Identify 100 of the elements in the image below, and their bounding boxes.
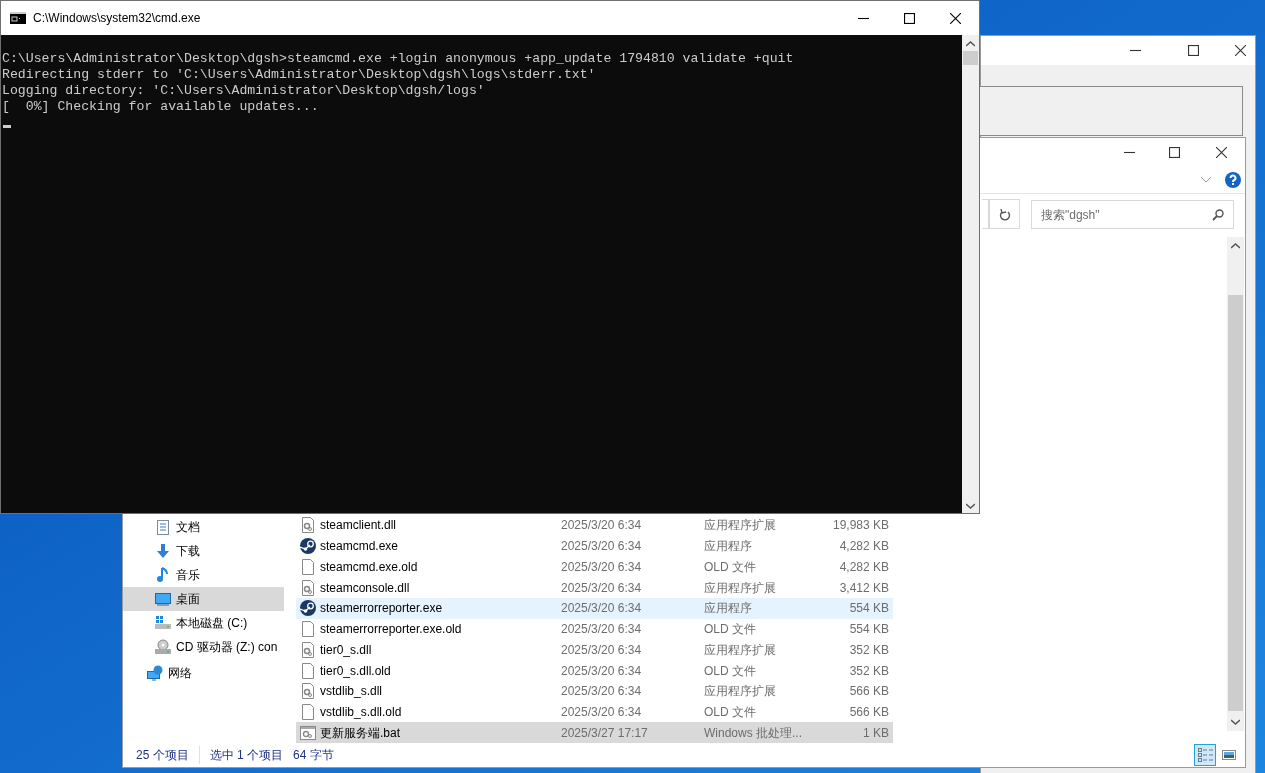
hard-drive-icon bbox=[155, 615, 171, 631]
nav-item[interactable]: 本地磁盘 (C:) bbox=[123, 611, 284, 635]
file-row[interactable]: vstdlib_s.dll 2025/3/20 6:34 应用程序扩展 566 KB bbox=[296, 680, 893, 702]
console-line: [ 0%] Checking for available updates... bbox=[2, 99, 320, 115]
file-row[interactable]: 更新服务端.bat 2025/3/27 17:17 Windows 批处理... 1 KB bbox=[296, 722, 893, 744]
blank-file-icon bbox=[300, 662, 316, 679]
maximize-icon[interactable] bbox=[1169, 146, 1180, 158]
nav-item[interactable]: 文档 bbox=[123, 515, 284, 539]
file-type: OLD 文件 bbox=[704, 558, 757, 576]
maximize-icon[interactable] bbox=[904, 12, 915, 24]
blank-file-icon bbox=[300, 558, 316, 575]
file-type: OLD 文件 bbox=[704, 621, 757, 639]
file-type: OLD 文件 bbox=[704, 662, 757, 680]
file-row[interactable]: steamerrorreporter.exe 2025/3/20 6:34 应用程序 554 KB bbox=[296, 597, 893, 619]
close-icon[interactable] bbox=[950, 12, 961, 24]
console-line: Logging directory: 'C:\Users\Administrator\Desktop\dgsh/logs' bbox=[2, 83, 486, 99]
console-line: Redirecting stderr to 'C:\Users\Administrator\Desktop\dgsh\logs\stderr.txt' bbox=[2, 67, 597, 83]
network-icon bbox=[147, 665, 163, 681]
file-row[interactable]: steamconsole.dll 2025/3/20 6:34 应用程序扩展 3,412 KB bbox=[296, 577, 893, 598]
file-name: vstdlib_s.dll bbox=[320, 683, 383, 701]
nav-item[interactable]: 网络 bbox=[123, 661, 284, 685]
status-text: 选中 1 个项目 bbox=[198, 746, 294, 764]
document-icon bbox=[155, 519, 171, 535]
date-modified: 2025/3/20 6:34 bbox=[561, 579, 643, 597]
file-size: 4,282 KB bbox=[838, 558, 890, 576]
scroll-up-icon[interactable] bbox=[966, 41, 975, 47]
file-name: steamerrorreporter.exe bbox=[320, 600, 443, 618]
maximize-icon[interactable] bbox=[1188, 45, 1199, 56]
file-type: 应用程序 bbox=[704, 538, 753, 556]
refresh-button[interactable] bbox=[989, 199, 1020, 229]
date-modified: 2025/3/20 6:34 bbox=[561, 641, 643, 659]
close-icon[interactable] bbox=[1235, 45, 1246, 56]
file-name: tier0_s.dll.old bbox=[320, 662, 391, 680]
status-text: 64 字节 bbox=[293, 747, 335, 764]
date-modified: 2025/3/20 6:34 bbox=[561, 662, 643, 680]
scroll-up-icon[interactable] bbox=[1231, 243, 1240, 249]
gear-file-icon bbox=[300, 641, 316, 658]
scrollbar[interactable] bbox=[962, 35, 979, 513]
file-name: steamclient.dll bbox=[320, 517, 397, 535]
file-row[interactable]: steamerrorreporter.exe.old 2025/3/20 6:34 OLD 文件 554 KB bbox=[296, 618, 893, 640]
nav-item[interactable]: 桌面 bbox=[123, 587, 284, 611]
file-name: steamerrorreporter.exe.old bbox=[320, 621, 462, 639]
file-row[interactable]: steamcmd.exe.old 2025/3/20 6:34 OLD 文件 4,282 KB bbox=[296, 556, 893, 578]
file-size: 554 KB bbox=[848, 600, 890, 618]
file-size: 4,282 KB bbox=[838, 538, 890, 556]
music-note-icon bbox=[155, 567, 171, 583]
file-name: vstdlib_s.dll.old bbox=[320, 703, 402, 721]
file-row[interactable]: steamcmd.exe 2025/3/20 6:34 应用程序 4,282 KB bbox=[296, 535, 893, 557]
scrollbar-thumb[interactable] bbox=[1228, 295, 1243, 711]
date-modified: 2025/3/20 6:34 bbox=[561, 703, 643, 721]
scroll-down-icon[interactable] bbox=[1231, 719, 1240, 725]
console-line: C:\Users\Administrator\Desktop\dgsh>steamcmd.exe +login anonymous +app_update 1794810 validate +quit bbox=[2, 51, 795, 67]
file-row[interactable]: tier0_s.dll.old 2025/3/20 6:34 OLD 文件 352 KB bbox=[296, 660, 893, 681]
nav-item[interactable]: 下载 bbox=[123, 539, 284, 563]
batch-file-icon bbox=[300, 724, 316, 741]
scroll-down-icon[interactable] bbox=[966, 503, 975, 509]
file-name: steamcmd.exe.old bbox=[320, 558, 418, 576]
file-name: 更新服务端.bat bbox=[320, 724, 400, 742]
file-type: 应用程序 bbox=[704, 600, 753, 618]
date-modified: 2025/3/20 6:34 bbox=[561, 600, 643, 618]
file-type: 应用程序扩展 bbox=[704, 683, 777, 701]
file-size: 1 KB bbox=[862, 724, 890, 742]
date-modified: 2025/3/20 6:34 bbox=[561, 558, 643, 576]
details-view-button[interactable] bbox=[1194, 744, 1216, 766]
date-modified: 2025/3/20 6:34 bbox=[561, 683, 643, 701]
search-icon bbox=[1212, 209, 1224, 221]
file-size: 19,983 KB bbox=[831, 517, 890, 535]
disc-drive-icon bbox=[155, 639, 171, 655]
chevron-down-icon[interactable] bbox=[1201, 176, 1211, 183]
status-text: 25 个项目 bbox=[135, 747, 190, 764]
file-type: 应用程序扩展 bbox=[704, 517, 777, 535]
file-size: 352 KB bbox=[848, 641, 890, 659]
file-name: steamcmd.exe bbox=[320, 538, 399, 556]
console-icon bbox=[10, 12, 26, 24]
search-field[interactable]: 搜索"dgsh" bbox=[1031, 200, 1234, 229]
close-icon[interactable] bbox=[1216, 146, 1227, 158]
file-row[interactable]: steamclient.dll 2025/3/20 6:34 应用程序扩展 19,983 KB bbox=[296, 515, 893, 536]
preview-pane-icon bbox=[1222, 750, 1236, 760]
scrollbar[interactable] bbox=[1227, 237, 1244, 731]
nav-item[interactable]: 音乐 bbox=[123, 563, 284, 587]
window-title: C:\Windows\system32\cmd.exe bbox=[33, 10, 201, 27]
steam-app-icon bbox=[300, 538, 316, 555]
gear-file-icon bbox=[300, 579, 316, 596]
file-row[interactable]: tier0_s.dll 2025/3/20 6:34 应用程序扩展 352 KB bbox=[296, 639, 893, 661]
file-size: 566 KB bbox=[848, 683, 890, 701]
details-list-icon bbox=[1197, 748, 1213, 762]
date-modified: 2025/3/27 17:17 bbox=[561, 724, 649, 742]
file-size: 3,412 KB bbox=[838, 579, 890, 597]
file-type: 应用程序扩展 bbox=[704, 579, 777, 597]
steam-app-icon bbox=[300, 600, 316, 617]
file-row[interactable]: vstdlib_s.dll.old 2025/3/20 6:34 OLD 文件 566 KB bbox=[296, 701, 893, 723]
file-type: 应用程序扩展 bbox=[704, 641, 777, 659]
nav-item[interactable]: CD 驱动器 (Z:) con bbox=[123, 635, 284, 659]
scrollbar-thumb[interactable] bbox=[963, 51, 978, 65]
refresh-icon bbox=[998, 207, 1011, 221]
monitor-icon bbox=[155, 591, 171, 607]
file-size: 566 KB bbox=[848, 703, 890, 721]
help-icon[interactable] bbox=[1225, 171, 1241, 188]
gear-file-icon bbox=[300, 683, 316, 700]
blank-file-icon bbox=[300, 621, 316, 638]
